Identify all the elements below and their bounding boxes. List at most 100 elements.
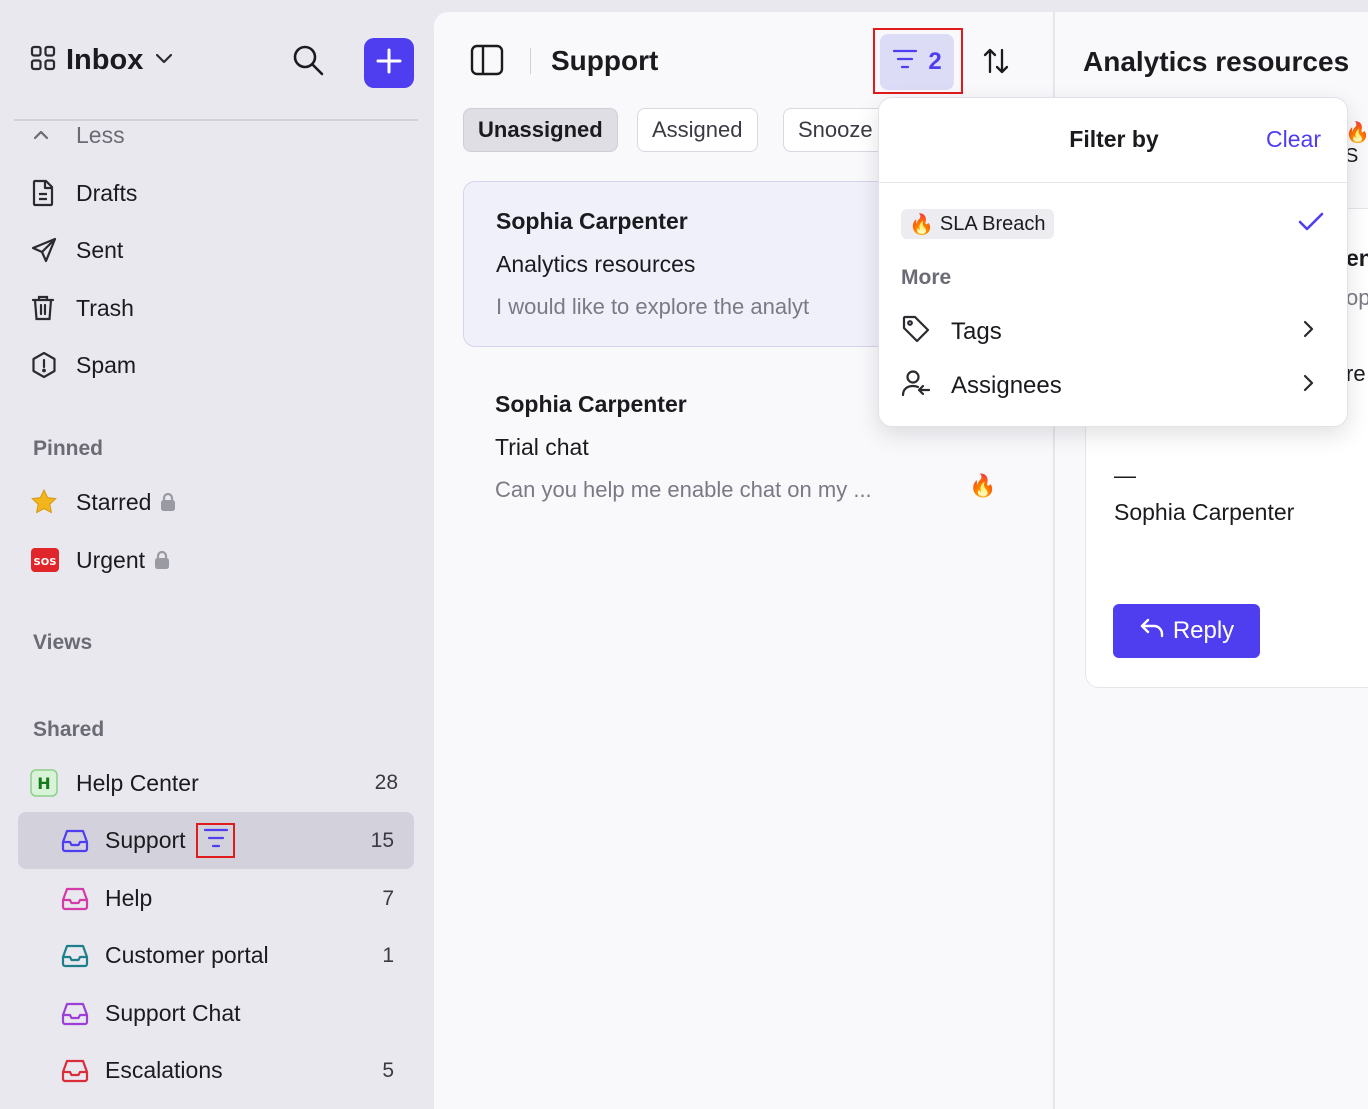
chevron-down-icon bbox=[153, 47, 175, 74]
lock-icon bbox=[153, 550, 171, 570]
message-text-fragment: re bbox=[1346, 361, 1366, 386]
tab-snoozed[interactable]: Snooze bbox=[783, 108, 888, 152]
sidebar: Inbox Less Drafts Sent Trash Spam Pinned… bbox=[0, 0, 434, 1109]
user-assign-icon bbox=[901, 368, 931, 405]
sidebar-item-label: Escalations bbox=[105, 1057, 223, 1083]
tab-assigned[interactable]: Assigned bbox=[637, 108, 758, 152]
sidebar-item-label: Urgent bbox=[76, 546, 146, 573]
option-label: Tags bbox=[951, 318, 1002, 345]
sidebar-item-less[interactable]: Less bbox=[30, 115, 125, 155]
sidebar-item-label: Support bbox=[105, 827, 186, 853]
sidebar-item-label: Trash bbox=[76, 294, 134, 321]
sidebar-item-help-center[interactable]: H Help Center 28 bbox=[30, 763, 400, 803]
inbox-switcher[interactable]: Inbox bbox=[30, 44, 175, 77]
filter-option-assignees[interactable]: Assignees bbox=[901, 366, 1327, 406]
reply-label: Reply bbox=[1172, 617, 1235, 644]
tag-icon bbox=[901, 314, 931, 351]
sidebar-item-support[interactable]: Support 15 bbox=[18, 812, 414, 869]
tab-unassigned[interactable]: Unassigned bbox=[463, 108, 618, 152]
sidebar-item-label: Support Chat bbox=[105, 1000, 241, 1026]
send-icon bbox=[30, 236, 62, 264]
sort-button[interactable] bbox=[982, 46, 1010, 81]
chevron-right-icon bbox=[1299, 318, 1317, 347]
sidebar-item-label: Less bbox=[76, 121, 125, 148]
item-count: 28 bbox=[374, 771, 398, 794]
sidebar-toggle-icon bbox=[470, 44, 504, 81]
document-icon bbox=[30, 179, 62, 207]
popover-section-more: More bbox=[901, 266, 952, 289]
sidebar-item-drafts[interactable]: Drafts bbox=[30, 173, 137, 213]
fire-icon: 🔥 bbox=[909, 213, 934, 236]
conversation-title: Analytics resources bbox=[1083, 46, 1350, 77]
conversation-subject: Trial chat bbox=[495, 434, 589, 460]
reply-arrow-icon bbox=[1139, 616, 1165, 647]
sidebar-item-help[interactable]: Help 7 bbox=[18, 870, 414, 927]
plus-icon bbox=[375, 47, 403, 80]
filter-active-indicator[interactable] bbox=[196, 823, 235, 858]
section-label-shared: Shared bbox=[33, 718, 105, 741]
signature-name: Sophia Carpenter bbox=[1114, 499, 1295, 525]
filter-popover: Filter by Clear 🔥 SLA Breach More Tags A… bbox=[878, 97, 1349, 427]
conversation-preview: Can you help me enable chat on my ... bbox=[495, 477, 872, 502]
grid-icon bbox=[30, 45, 56, 76]
item-count: 1 bbox=[382, 943, 394, 967]
sidebar-item-label: Help bbox=[105, 885, 153, 911]
sla-fire-icon: 🔥 bbox=[969, 473, 997, 498]
sidebar-item-escalations[interactable]: Escalations 5 bbox=[18, 1042, 414, 1099]
conversation-preview: I would like to explore the analyt bbox=[496, 294, 810, 319]
filter-option-tags[interactable]: Tags bbox=[901, 312, 1327, 352]
inbox-tray-icon bbox=[60, 884, 90, 917]
item-count: 15 bbox=[370, 828, 394, 852]
sidebar-item-starred[interactable]: Starred bbox=[30, 482, 177, 522]
sidebar-item-spam[interactable]: Spam bbox=[30, 345, 136, 385]
badge-letter: H bbox=[37, 774, 50, 793]
inbox-tray-icon bbox=[60, 1056, 90, 1089]
sidebar-item-sent[interactable]: Sent bbox=[30, 230, 123, 270]
conversation-sender: Sophia Carpenter bbox=[495, 391, 687, 417]
check-icon bbox=[1297, 210, 1325, 239]
sidebar-header: Inbox bbox=[0, 0, 434, 120]
sidebar-item-label: Drafts bbox=[76, 179, 138, 206]
sos-icon: SOS bbox=[30, 546, 62, 574]
filter-button-highlight bbox=[873, 28, 963, 94]
svg-text:SOS: SOS bbox=[34, 557, 57, 568]
chip-label: SLA Breach bbox=[939, 212, 1046, 235]
clear-filters-button[interactable]: Clear bbox=[1266, 126, 1321, 153]
message-text-fragment: op bbox=[1346, 285, 1368, 310]
inbox-tray-icon bbox=[60, 826, 90, 859]
sidebar-toggle-button[interactable] bbox=[470, 44, 504, 81]
chevron-right-icon bbox=[1299, 372, 1317, 401]
chevron-up-icon bbox=[30, 124, 62, 146]
popover-divider bbox=[879, 182, 1349, 183]
inbox-tray-icon bbox=[60, 999, 90, 1032]
reply-button[interactable]: Reply bbox=[1113, 604, 1260, 658]
item-count: 5 bbox=[382, 1058, 394, 1082]
star-icon bbox=[30, 488, 62, 516]
filter-icon bbox=[203, 826, 229, 855]
inbox-title: Inbox bbox=[66, 44, 144, 76]
option-label: Assignees bbox=[951, 372, 1062, 399]
sla-breach-filter-chip[interactable]: 🔥 SLA Breach bbox=[901, 209, 1054, 239]
search-icon bbox=[291, 43, 325, 82]
message-sender-fragment: en bbox=[1346, 245, 1368, 271]
sidebar-item-trash[interactable]: Trash bbox=[30, 288, 134, 328]
sidebar-item-label: Help Center bbox=[76, 769, 199, 796]
sidebar-item-support-chat[interactable]: Support Chat bbox=[18, 985, 414, 1042]
conversation-sender: Sophia Carpenter bbox=[496, 208, 688, 234]
signature-dash: — bbox=[1114, 463, 1136, 488]
compose-button[interactable] bbox=[364, 38, 414, 88]
header-separator bbox=[530, 48, 531, 74]
help-center-badge-icon: H bbox=[30, 769, 62, 797]
search-button[interactable] bbox=[288, 42, 328, 82]
conversation-subject: Analytics resources bbox=[496, 251, 696, 277]
item-count: 7 bbox=[382, 886, 394, 910]
section-label-views: Views bbox=[33, 631, 93, 654]
sidebar-item-urgent[interactable]: SOS Urgent bbox=[30, 540, 171, 580]
lock-icon bbox=[159, 492, 177, 512]
sidebar-item-label: Spam bbox=[76, 351, 137, 378]
sidebar-item-label: Starred bbox=[76, 488, 152, 515]
page-title: Support bbox=[551, 45, 659, 76]
sidebar-item-customer-portal[interactable]: Customer portal 1 bbox=[18, 927, 414, 984]
inbox-tray-icon bbox=[60, 941, 90, 974]
trash-icon bbox=[30, 294, 62, 322]
